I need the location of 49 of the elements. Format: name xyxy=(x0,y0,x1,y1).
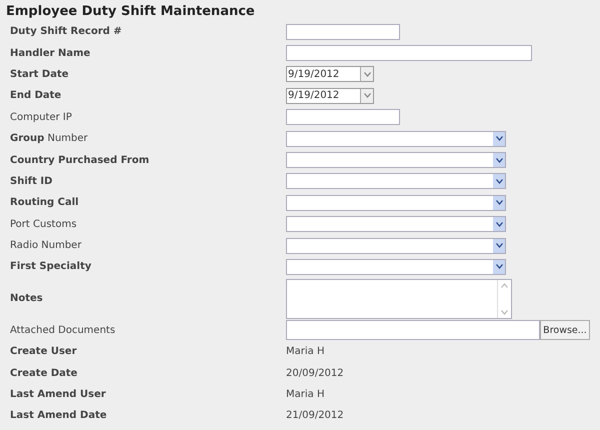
field-value: 21/09/2012 xyxy=(286,410,344,422)
chevron-down-icon xyxy=(496,136,502,142)
scroll-down-icon xyxy=(501,310,508,315)
field-label: Attached Documents xyxy=(10,324,116,336)
field-label: Shift ID xyxy=(10,176,54,187)
chevron-down-icon xyxy=(496,158,502,163)
chevron-down-icon xyxy=(496,264,502,270)
dropdown[interactable] xyxy=(286,130,506,147)
scroll-up-icon xyxy=(501,282,508,288)
text-area[interactable] xyxy=(286,278,512,319)
field-label: Create Date xyxy=(10,368,78,379)
field-label: Port Customs xyxy=(10,218,78,230)
browse-button[interactable]: Browse... xyxy=(540,320,590,340)
text-field[interactable] xyxy=(286,24,400,40)
field-label: Last Amend User xyxy=(10,389,107,400)
field-value: 20/09/2012 xyxy=(286,368,344,379)
page-title: Employee Duty Shift Maintenance xyxy=(6,4,256,21)
chevron-down-icon xyxy=(364,93,370,98)
field-label: Handler Name xyxy=(10,48,92,59)
chevron-down-icon xyxy=(364,72,370,77)
text-field[interactable] xyxy=(286,45,532,62)
dropdown[interactable] xyxy=(286,152,506,168)
field-label: End Date xyxy=(10,90,62,102)
chevron-down-icon xyxy=(496,222,502,227)
dropdown[interactable] xyxy=(286,173,506,190)
field-label: Radio Number xyxy=(10,240,82,252)
text-field[interactable] xyxy=(286,109,400,126)
field-label: First Specialty xyxy=(10,261,92,272)
field-value: Maria H xyxy=(286,389,324,400)
field-label: Computer IP xyxy=(10,112,73,123)
field-label: Start Date xyxy=(10,68,70,80)
file-path-field[interactable] xyxy=(286,320,540,340)
chevron-down-icon xyxy=(496,243,502,248)
field-label: Notes xyxy=(10,293,44,304)
field-label: Create User xyxy=(10,346,78,358)
field-value: Maria H xyxy=(286,346,324,358)
dropdown[interactable] xyxy=(286,258,506,275)
dropdown[interactable] xyxy=(286,238,506,254)
field-label: Duty Shift Record # xyxy=(10,26,123,38)
dropdown[interactable] xyxy=(286,216,506,232)
field-label: Group Number xyxy=(10,133,89,144)
field-label: Country Purchased From xyxy=(10,154,150,166)
date-picker[interactable]: 9/19/2012 xyxy=(286,66,374,82)
chevron-down-icon xyxy=(496,200,502,206)
field-label: Last Amend Date xyxy=(10,410,108,422)
date-picker[interactable]: 9/19/2012 xyxy=(286,88,374,104)
dropdown[interactable] xyxy=(286,194,506,211)
chevron-down-icon xyxy=(496,178,502,184)
field-label: Routing Call xyxy=(10,197,80,208)
